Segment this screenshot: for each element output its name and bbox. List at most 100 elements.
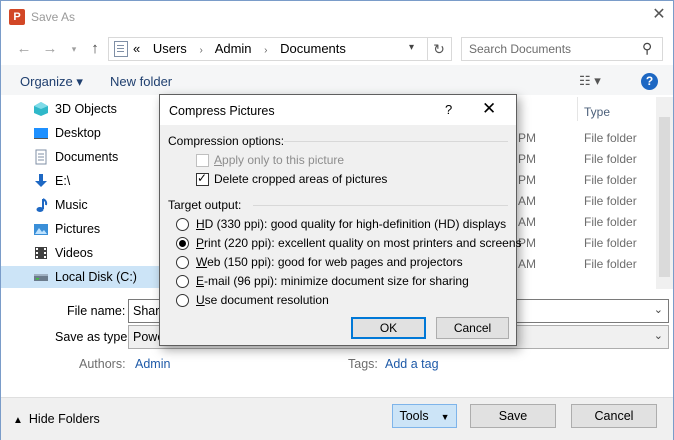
column-separator [577,97,578,121]
tools-button[interactable]: Tools ▼ [392,404,457,428]
tags-value[interactable]: Add a tag [385,357,439,371]
3d-objects-icon [33,101,49,117]
search-input[interactable]: Search Documents ⚲ [461,37,663,61]
radio-email[interactable] [176,275,189,288]
row-type: File folder [584,173,637,187]
help-icon[interactable]: ? [641,73,658,90]
view-options-button[interactable]: ☷ ▾ [579,73,601,89]
cancel-button[interactable]: Cancel [571,404,657,428]
refresh-icon[interactable]: ↻ [427,38,450,60]
up-arrow-icon[interactable]: ↑ [85,39,105,59]
sidebar-item-videos[interactable]: Videos [33,242,161,264]
close-icon[interactable]: ✕ [649,5,669,25]
hide-folders-button[interactable]: ▲ Hide Folders [13,412,100,426]
forward-arrow-icon[interactable]: → [40,39,60,59]
file-list-scrollbar[interactable] [656,97,673,289]
sidebar-item-label: Videos [55,246,93,260]
row-time: PM [518,152,536,166]
new-folder-button[interactable]: New folder [110,74,172,89]
command-bar: Organize ▾ New folder ☷ ▾ ? [1,65,673,95]
row-type: File folder [584,131,637,145]
sidebar-item-e-drive[interactable]: E:\ [33,170,161,192]
pictures-icon [33,221,49,237]
sidebar-item-pictures[interactable]: Pictures [33,218,161,240]
download-arrow-icon [33,173,49,189]
column-header-type[interactable]: Type [584,105,610,119]
row-type: File folder [584,215,637,229]
ok-button[interactable]: OK [351,317,426,339]
desktop-icon [33,125,49,141]
sidebar-item-label: Documents [55,150,119,164]
sidebar-item-label: E:\ [55,174,71,188]
target-output-heading: Target output: [168,198,242,212]
sidebar-item-local-disk[interactable]: Local Disk (C:) [33,266,161,288]
music-note-icon [33,197,49,213]
scrollbar-thumb[interactable] [659,117,670,277]
radio-print[interactable] [176,237,189,250]
close-icon[interactable]: ✕ [482,99,496,119]
powerpoint-icon: P [9,9,25,25]
title-bar: P Save As ✕ [1,1,673,33]
delete-cropped-label: Delete cropped areas of pictures [214,172,388,186]
radio-document-resolution[interactable] [176,294,189,307]
breadcrumb-users[interactable]: Users [153,41,187,56]
row-time: PM [518,173,536,187]
option-web-label: Web (150 ppi): good for web pages and pr… [196,255,463,269]
option-hd-label: HD (330 ppi): good quality for high-defi… [196,217,507,231]
option-print-label: Print (220 ppi): excellent quality on mo… [196,236,522,250]
organize-button[interactable]: Organize ▾ [20,74,83,90]
documents-folder-icon [114,41,128,57]
breadcrumb-overflow[interactable]: « [133,41,140,56]
window-title: Save As [31,10,76,24]
dialog-title: Compress Pictures [169,104,275,118]
address-bar[interactable]: « Users › Admin › Documents ▾ ↻ [108,37,452,61]
save-as-type-label: Save as type: [55,330,131,344]
tools-label: Tools [399,409,429,423]
sidebar-item-label: 3D Objects [55,102,117,116]
sidebar-item-label: Music [55,198,88,212]
radio-hd[interactable] [176,218,189,231]
sidebar-item-label: Local Disk (C:) [55,270,137,284]
videos-icon [33,245,49,261]
breadcrumb-separator-icon: › [264,45,268,56]
sidebar-item-3d-objects[interactable]: 3D Objects [33,98,161,120]
divider [253,205,508,206]
search-icon[interactable]: ⚲ [642,40,652,57]
chevron-down-icon[interactable]: ⌄ [654,303,663,316]
row-time: AM [518,194,536,208]
sidebar-item-documents[interactable]: Documents [33,146,161,168]
breadcrumb-documents[interactable]: Documents [280,41,346,56]
row-type: File folder [584,194,637,208]
hide-folders-label: Hide Folders [28,412,100,426]
row-type: File folder [584,236,637,250]
radio-web[interactable] [176,256,189,269]
file-name-label: File name: [67,304,126,318]
chevron-up-icon: ▲ [13,415,23,426]
save-button[interactable]: Save [470,404,556,428]
chevron-down-icon: ▼ [440,412,450,422]
bottom-bar: ▲ Hide Folders Tools ▼ Save Cancel [1,397,673,440]
breadcrumb-admin[interactable]: Admin [215,41,252,56]
dialog-title-bar: Compress Pictures ? ✕ [160,95,516,125]
sidebar-item-music[interactable]: Music [33,194,161,216]
sidebar-item-label: Desktop [55,126,101,140]
recent-locations-chevron-icon[interactable]: ▾ [64,39,84,59]
address-dropdown-icon[interactable]: ▾ [409,42,414,53]
breadcrumb-separator-icon: › [199,45,203,56]
local-disk-icon [33,269,49,285]
documents-icon [33,149,49,165]
tags-label: Tags: [348,357,378,371]
sidebar-item-label: Pictures [55,222,101,236]
back-arrow-icon[interactable]: ← [14,39,34,59]
chevron-down-icon[interactable]: ⌄ [654,329,663,342]
dialog-cancel-button[interactable]: Cancel [436,317,509,339]
apply-only-checkbox[interactable] [196,154,209,167]
row-time: PM [518,131,536,145]
compression-options-heading: Compression options: [168,134,285,148]
authors-value[interactable]: Admin [135,357,170,371]
search-placeholder: Search Documents [469,42,572,56]
authors-label: Authors: [79,357,126,371]
delete-cropped-checkbox[interactable] [196,171,209,186]
sidebar-item-desktop[interactable]: Desktop [33,122,161,144]
help-icon[interactable]: ? [445,102,452,117]
